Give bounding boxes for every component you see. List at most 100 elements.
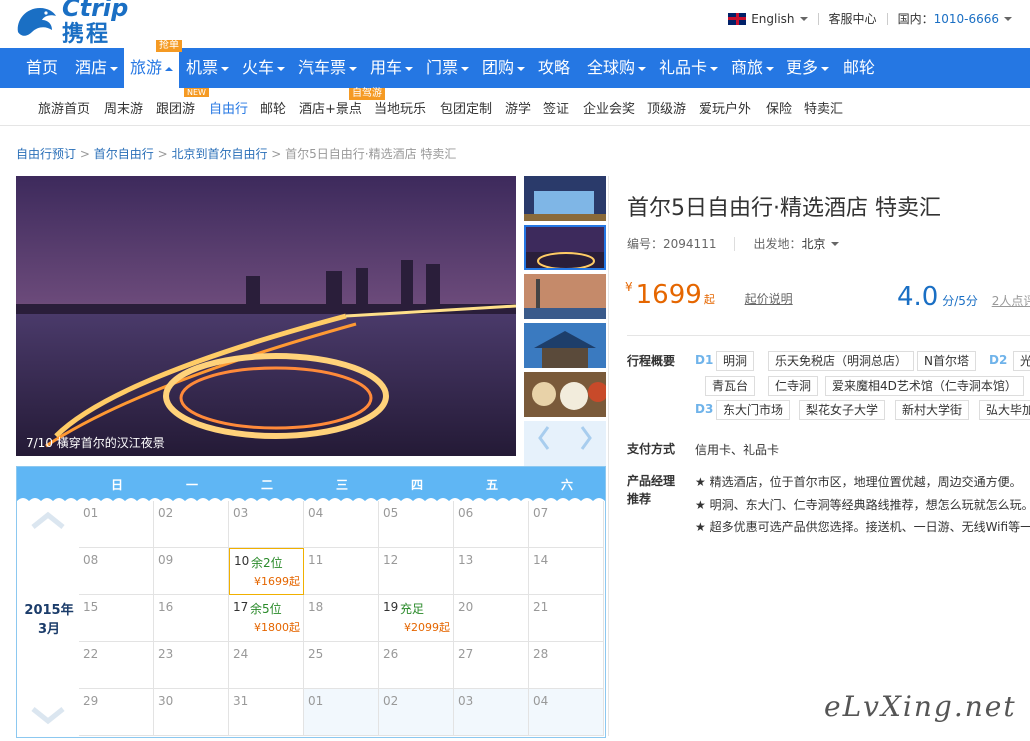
nav-item-7[interactable]: 门票 [426,48,470,88]
itinerary-stop[interactable]: 东大门市场 [716,400,791,420]
subnav-item-8[interactable]: 游学 [505,98,531,117]
calendar-day[interactable]: 10 余2位 ¥1699起 [229,548,304,595]
itinerary-stop[interactable]: 仁寺洞 [768,376,819,396]
calendar-day: 14 [529,548,604,595]
calendar-day: 03 [229,501,304,548]
subnav-item-0[interactable]: 旅游首页 [38,98,90,117]
day-number: 14 [533,553,549,567]
itinerary-stop[interactable]: 梨花女子大学 [799,400,886,420]
breadcrumb-item[interactable]: 自由行预订 [16,147,76,161]
itinerary-stop[interactable]: 弘大毕加 [979,400,1030,420]
weekday-label: 日 [110,478,123,492]
nav-item-1[interactable]: 酒店 [75,48,119,88]
calendar-day[interactable]: 17 余5位 ¥1800起 [229,595,304,642]
itinerary-stop[interactable]: 光 [1013,351,1030,371]
thumbnail[interactable] [524,372,606,417]
calendar-day: 01 [79,501,154,548]
calendar-day: 29 [79,689,154,736]
chevron-down-icon [821,66,830,71]
itinerary-stop[interactable]: 乐天免税店（明洞总店） [768,351,915,371]
itinerary-stop[interactable]: N首尔塔 [917,351,976,371]
calendar-day: 04 [529,689,604,736]
nav-item-0[interactable]: 首页 [26,48,58,88]
day-number: 13 [458,553,474,567]
nav-item-10[interactable]: 全球购 [587,48,647,88]
nav-item-13[interactable]: 更多 [786,48,830,88]
chevron-down-icon[interactable] [830,241,839,246]
thumbnail[interactable] [524,274,606,319]
subnav-item-9[interactable]: 签证 [543,98,569,117]
calendar-day: 25 [304,642,379,689]
nav-item-11[interactable]: 礼品卡 [659,48,719,88]
thumb-prev-button[interactable] [524,421,606,466]
itinerary-stop[interactable]: 新村大学街 [895,400,970,420]
product-meta: 编号： 2094111 出发地： 北京 [627,235,839,252]
subnav-item-4[interactable]: 邮轮 [260,98,286,117]
subnav-item-10[interactable]: 企业会奖 [583,98,635,117]
nav-item-4[interactable]: 火车 [242,48,286,88]
calendar-day: 13 [454,548,529,595]
ctrip-logo[interactable]: Ctrip 携程 [14,0,144,47]
day-number: 26 [383,647,399,661]
day-number: 16 [158,600,174,614]
day-number: 30 [158,694,174,708]
main-photo[interactable]: 7/10 橫穿首尔的汉江夜景 [16,176,516,456]
day-label: D1 [695,353,714,367]
day-number: 07 [533,506,549,520]
weekday-label: 四 [410,478,423,492]
subnav-item-14[interactable]: 特卖汇 [804,98,843,117]
nav-item-12[interactable]: 商旅 [731,48,775,88]
calendar-day: 12 [379,548,454,595]
nav-item-9[interactable]: 攻略 [538,48,570,88]
calendar-day: 07 [529,501,604,548]
itinerary-label: 行程概要 [627,354,676,368]
price-note-link[interactable]: 起价说明 [745,292,793,306]
day-number: 15 [83,600,99,614]
sub-nav: 旅游首页 周末游 跟团游 NEW 自由行 邮轮 酒店+景点 自驾游 当地玩乐 包团定制 游学 签证 企业… [0,88,1030,126]
language-switch[interactable]: English [751,12,794,26]
weekday-label: 三 [335,478,348,492]
han-river-night-photo [16,176,516,456]
subnav-item-11[interactable]: 顶级游 [647,98,686,117]
subnav-item-1[interactable]: 周末游 [104,98,143,117]
dolphin-icon [17,8,56,36]
weekday-label: 二 [260,478,273,492]
itinerary-stop[interactable]: 青瓦台 [705,376,756,396]
calendar-day: 24 [229,642,304,689]
chevron-down-icon[interactable] [1004,16,1012,21]
itinerary-stop[interactable]: 明洞 [716,351,755,371]
breadcrumb-item[interactable]: 首尔自由行 [94,147,154,161]
reviews-link[interactable]: 2人点评 [992,294,1030,308]
thumbnail[interactable] [524,176,606,221]
thumbnail[interactable] [524,323,606,368]
product-info-panel: 首尔5日自由行·精选酒店 特卖汇 编号： 2094111 出发地： 北京 ¥16… [608,176,1030,736]
itinerary-stop[interactable]: 爱来魔相4D艺术馆（仁寺洞本馆） [825,376,1024,396]
chevron-up-icon[interactable] [31,511,65,529]
chevron-down-icon[interactable] [31,707,65,725]
chevron-down-icon[interactable] [799,16,808,21]
nav-item-6[interactable]: 用车 [370,48,414,88]
day-number: 17 [233,600,249,614]
subnav-item-6[interactable]: 当地玩乐 [374,98,426,117]
day-number: 04 [533,694,549,708]
departure-label: 出发地： [753,237,802,251]
nav-item-2[interactable]: 旅游 [124,48,180,89]
calendar-month-label: 2015年 3月 [24,603,74,637]
calendar-day: 23 [154,642,229,689]
subnav-item-13[interactable]: 保险 [766,98,792,117]
nav-item-8[interactable]: 团购 [482,48,526,88]
departure-city[interactable]: 北京 [801,235,825,252]
nav-item-3[interactable]: 机票 [186,48,230,88]
nav-item-5[interactable]: 汽车票 [298,48,358,88]
subnav-item-2[interactable]: 跟团游 [156,98,195,117]
breadcrumb-item[interactable]: 北京到首尔自由行 [171,147,267,161]
price-suffix: 起 [703,293,715,306]
thumbnail-active[interactable] [524,225,606,270]
subnav-item-12[interactable]: 爱玩户外 [699,98,751,117]
nav-item-14[interactable]: 邮轮 [843,48,875,88]
calendar-day[interactable]: 19 充足 ¥2099起 [379,595,454,642]
subnav-item-7[interactable]: 包团定制 [440,98,492,117]
subnav-item-3[interactable]: 自由行 [209,98,248,117]
service-center-link[interactable]: 客服中心 [829,10,877,27]
subnav-item-5[interactable]: 酒店+景点 [299,98,362,117]
